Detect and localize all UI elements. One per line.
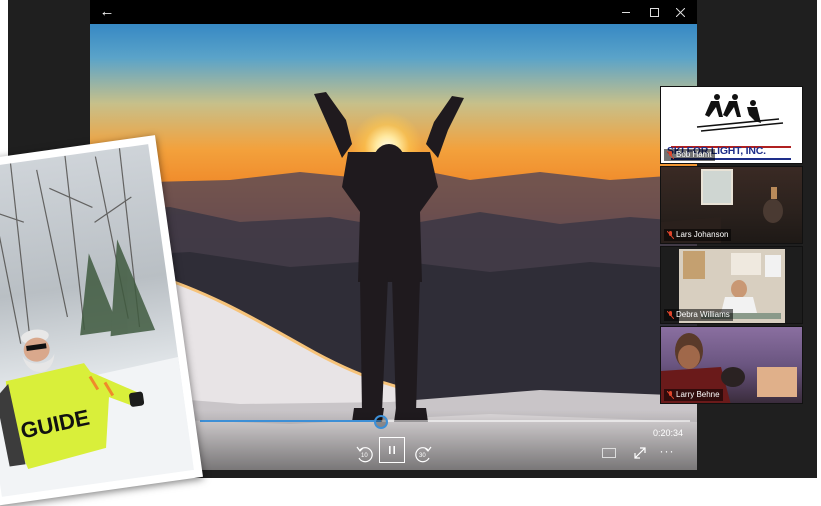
seek-progress [200, 420, 382, 422]
mic-muted-icon [667, 151, 674, 159]
pause-icon [389, 446, 395, 454]
participant-name: Larry Behne [676, 390, 720, 399]
participant-tile-4[interactable]: Larry Behne [660, 326, 803, 404]
back-arrow-icon[interactable]: ← [96, 3, 118, 21]
cast-icon[interactable] [602, 448, 616, 458]
seek-bar[interactable] [200, 415, 690, 429]
maximize-icon[interactable] [641, 3, 667, 21]
close-icon[interactable] [667, 3, 693, 21]
participant-name: Bob Hamt [676, 150, 712, 159]
elapsed-time: 0:20:34 [652, 428, 683, 438]
mic-muted-icon [667, 311, 674, 319]
participant-name: Debra Williams [676, 310, 730, 319]
rewind-10-button[interactable]: 10 [354, 444, 376, 464]
participant-name-tag: Larry Behne [664, 389, 723, 401]
participant-name: Lars Johanson [676, 230, 729, 239]
fullscreen-icon[interactable] [633, 446, 647, 460]
participant-tile-2[interactable]: Lars Johanson [660, 166, 803, 244]
participant-tile-3[interactable]: Debra Williams [660, 246, 803, 324]
more-options-icon[interactable]: ··· [659, 445, 675, 458]
forward-30-button[interactable]: 30 [412, 444, 434, 464]
participant-name-tag: Lars Johanson [664, 229, 732, 241]
mic-muted-icon [667, 391, 674, 399]
participant-name-tag: Bob Hamt [664, 149, 715, 161]
forward-label: 30 [419, 453, 426, 459]
participants-panel: SKI FOR LIGHT, INC. Bob Hamt Lars Johans… [660, 86, 803, 406]
minimize-icon[interactable] [613, 3, 639, 21]
participant-tile-1[interactable]: SKI FOR LIGHT, INC. Bob Hamt [660, 86, 803, 164]
mic-muted-icon [667, 231, 674, 239]
player-titlebar: ← [90, 0, 697, 24]
pause-button[interactable] [379, 437, 405, 463]
participant-name-tag: Debra Williams [664, 309, 733, 321]
rewind-label: 10 [361, 453, 368, 459]
